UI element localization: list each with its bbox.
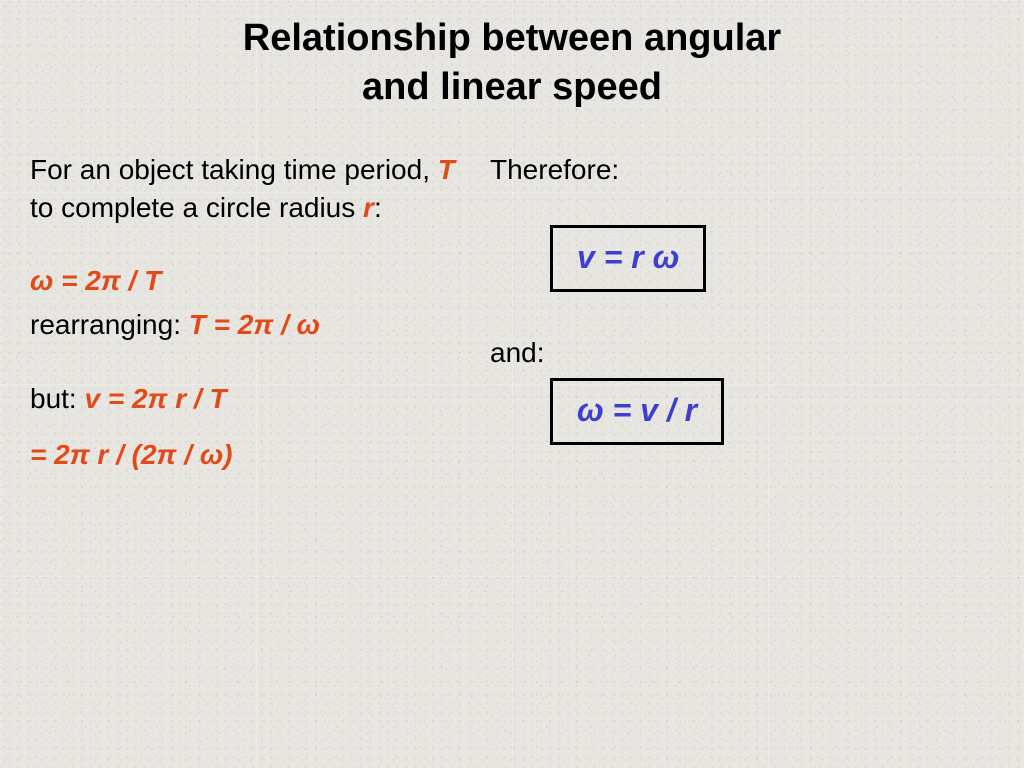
intro-var-T: T bbox=[438, 154, 455, 185]
left-column: For an object taking time period, T to c… bbox=[30, 151, 470, 480]
and-label: and: bbox=[490, 334, 994, 372]
intro-text-a: For an object taking time period, bbox=[30, 154, 438, 185]
result-box-v: v = r ω bbox=[550, 225, 706, 292]
but-line: but: v = 2π r / T bbox=[30, 380, 470, 418]
intro-text-b: to complete a circle radius bbox=[30, 192, 363, 223]
title-line-1: Relationship between angular bbox=[243, 17, 781, 59]
but-label: but: bbox=[30, 383, 84, 414]
right-column: Therefore: v = r ω and: ω = v / r bbox=[490, 151, 994, 480]
eq-omega-text: ω = 2π / T bbox=[30, 265, 161, 296]
rearranging-eq: T = 2π / ω bbox=[189, 309, 320, 340]
content-columns: For an object taking time period, T to c… bbox=[30, 151, 994, 480]
but-eq: v = 2π r / T bbox=[84, 383, 226, 414]
intro-text-c: : bbox=[374, 192, 382, 223]
intro-paragraph: For an object taking time period, T to c… bbox=[30, 151, 470, 227]
substitution-line: = 2π r / (2π / ω) bbox=[30, 436, 470, 474]
intro-var-r: r bbox=[363, 192, 374, 223]
result-v-eq: v = r ω bbox=[577, 239, 679, 275]
result-omega-eq: ω = v / r bbox=[577, 392, 697, 428]
title-line-2: and linear speed bbox=[362, 66, 662, 108]
slide-title: Relationship between angular and linear … bbox=[30, 14, 994, 113]
equation-omega: ω = 2π / T bbox=[30, 262, 470, 300]
rearranging-line: rearranging: T = 2π / ω bbox=[30, 306, 470, 344]
rearranging-label: rearranging: bbox=[30, 309, 189, 340]
slide: Relationship between angular and linear … bbox=[0, 0, 1024, 768]
therefore-label: Therefore: bbox=[490, 151, 994, 189]
result-box-omega: ω = v / r bbox=[550, 378, 724, 445]
subst-eq: = 2π r / (2π / ω) bbox=[30, 439, 233, 470]
